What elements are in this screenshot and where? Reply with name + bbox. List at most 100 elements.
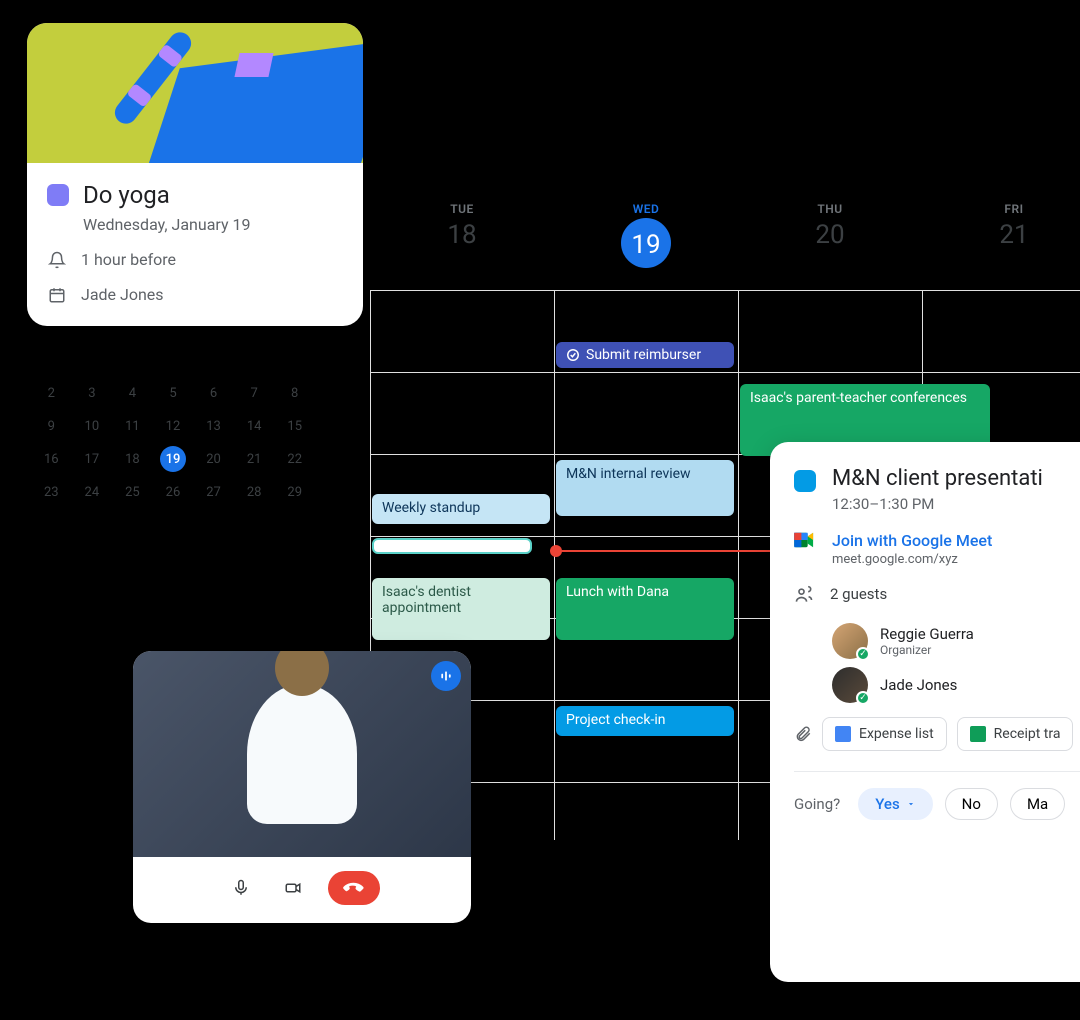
mini-month-day[interactable]: 9 [33, 413, 70, 440]
day-header[interactable]: TUE 18 [370, 202, 554, 268]
guests-count: 2 guests [830, 585, 887, 603]
video-frame [133, 651, 471, 857]
mic-button[interactable] [224, 871, 258, 905]
weekday-label: WED [554, 202, 738, 216]
mini-month-day[interactable]: 12 [155, 413, 192, 440]
rsvp-yes-label: Yes [875, 795, 899, 813]
event-lunch[interactable]: Lunch with Dana [556, 578, 734, 640]
event-weekly-standup[interactable]: Weekly standup [372, 494, 550, 524]
mini-month-day[interactable]: 13 [195, 413, 232, 440]
detail-time: 12:30–1:30 PM [832, 495, 1043, 513]
mini-month-day[interactable]: 14 [236, 413, 273, 440]
calendar-icon [47, 286, 67, 304]
mini-month-day[interactable]: 26 [155, 479, 192, 506]
mini-month-day[interactable]: 21 [236, 446, 273, 473]
event-card-hero [27, 23, 363, 163]
attachment-label: Expense list [859, 726, 934, 742]
day-header[interactable]: WED19 [554, 202, 738, 268]
attachment-label: Receipt tra [994, 726, 1061, 742]
event-reminder: 1 hour before [81, 250, 176, 269]
event-submit-reimbursement[interactable]: Submit reimburser [556, 342, 734, 368]
mini-month-day[interactable]: 27 [195, 479, 232, 506]
event-label: Submit reimburser [586, 347, 701, 363]
event-owner: Jade Jones [81, 285, 164, 304]
guests-icon [794, 585, 814, 605]
mini-month-day[interactable]: 25 [114, 479, 151, 506]
guest-name: Reggie Guerra [880, 625, 974, 643]
mini-month-day[interactable]: 3 [74, 380, 111, 407]
attachment-expense-list[interactable]: Expense list [822, 717, 947, 751]
event-card[interactable]: Do yoga Wednesday, January 19 1 hour bef… [27, 23, 363, 326]
event-project-checkin[interactable]: Project check-in [556, 706, 734, 736]
guest-row[interactable]: ✓ Reggie Guerra Organizer [832, 623, 1080, 659]
mini-month-day[interactable]: 17 [74, 446, 111, 473]
mini-month-day[interactable]: 18 [114, 446, 151, 473]
check-circle-icon [566, 348, 580, 362]
avatar: ✓ [832, 667, 868, 703]
accepted-check-icon: ✓ [856, 691, 870, 705]
mini-month-day[interactable]: 19 [160, 446, 186, 472]
guest-row[interactable]: ✓ Jade Jones [832, 667, 1080, 703]
speaking-indicator-icon [431, 661, 461, 691]
hangup-icon [343, 877, 365, 899]
join-meet-link[interactable]: Join with Google Meet [832, 531, 992, 550]
day-number: 21 [922, 220, 1080, 250]
mini-month-day[interactable]: 6 [195, 380, 232, 407]
mini-month-day[interactable]: 23 [33, 479, 70, 506]
detail-color-chip [794, 470, 816, 492]
attachment-receipt[interactable]: Receipt tra [957, 717, 1074, 751]
mini-month-day[interactable]: 4 [114, 380, 151, 407]
mini-month-day[interactable]: 29 [276, 479, 313, 506]
rsvp-maybe-button[interactable]: Ma [1010, 788, 1065, 820]
rsvp-yes-button[interactable]: Yes [858, 788, 932, 820]
meet-url: meet.google.com/xyz [832, 552, 992, 567]
mini-month-day[interactable]: 24 [74, 479, 111, 506]
weekday-label: TUE [370, 202, 554, 216]
guest-role: Organizer [880, 643, 974, 657]
weekday-label: FRI [922, 202, 1080, 216]
camera-icon [284, 879, 302, 897]
event-date: Wednesday, January 19 [83, 215, 343, 234]
chevron-down-icon [906, 799, 916, 809]
event-internal-review[interactable]: M&N internal review [556, 460, 734, 516]
camera-button[interactable] [276, 871, 310, 905]
event-detail-panel: M&N client presentati 12:30–1:30 PM Join… [770, 442, 1080, 982]
video-controls [133, 857, 471, 923]
avatar: ✓ [832, 623, 868, 659]
mini-month-day[interactable]: 15 [276, 413, 313, 440]
day-number: 18 [370, 220, 554, 250]
rsvp-label: Going? [794, 795, 840, 813]
weekday-label: THU [738, 202, 922, 216]
mini-month-day[interactable]: 5 [155, 380, 192, 407]
sheets-icon [970, 726, 986, 742]
mini-month-day[interactable]: 8 [276, 380, 313, 407]
mini-month-day[interactable]: 7 [236, 380, 273, 407]
accepted-check-icon: ✓ [856, 647, 870, 661]
event-color-chip [47, 184, 69, 206]
day-number: 20 [738, 220, 922, 250]
hangup-button[interactable] [328, 871, 380, 905]
mini-month-day[interactable]: 10 [74, 413, 111, 440]
day-header[interactable]: FRI 21 [922, 202, 1080, 268]
mic-icon [232, 879, 250, 897]
google-meet-icon [794, 531, 816, 549]
event-dentist[interactable]: Isaac's dentist appointment [372, 578, 550, 640]
guest-name: Jade Jones [880, 676, 957, 694]
detail-title: M&N client presentati [832, 466, 1043, 491]
mini-month-day[interactable]: 22 [276, 446, 313, 473]
rsvp-no-button[interactable]: No [945, 788, 998, 820]
attachment-icon [794, 725, 812, 743]
mini-month-day[interactable]: 16 [33, 446, 70, 473]
week-header: TUE 18WED19THU 20FRI 21 [370, 202, 1080, 268]
video-call-card[interactable] [133, 651, 471, 923]
mini-month-day[interactable]: 20 [195, 446, 232, 473]
mini-month-day[interactable]: 11 [114, 413, 151, 440]
bell-icon [47, 251, 67, 269]
event-empty-slot[interactable] [372, 538, 532, 554]
event-title: Do yoga [83, 181, 170, 209]
day-header[interactable]: THU 20 [738, 202, 922, 268]
mini-month-day[interactable]: 28 [236, 479, 273, 506]
docs-icon [835, 726, 851, 742]
mini-month-day[interactable]: 2 [33, 380, 70, 407]
mini-month-grid[interactable]: 2345678910111213141516171819202122232425… [33, 380, 313, 506]
